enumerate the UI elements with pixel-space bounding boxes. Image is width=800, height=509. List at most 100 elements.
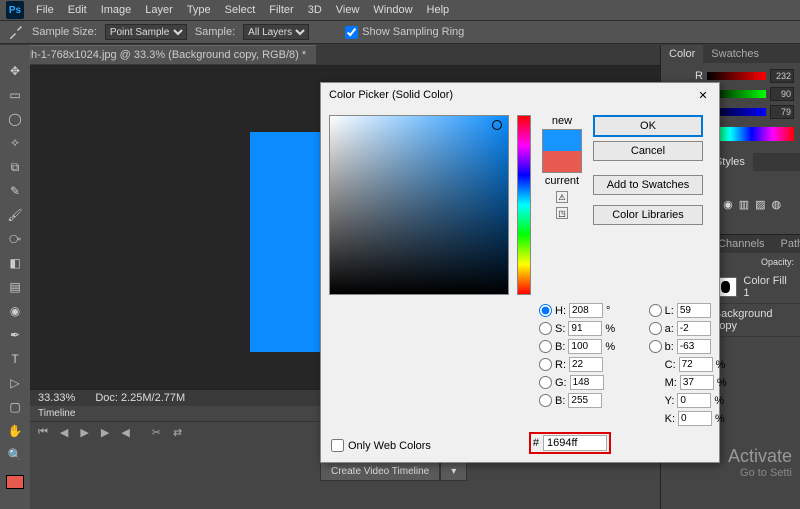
r-input[interactable] <box>569 357 603 372</box>
tools-panel: ✥ ▭ ◯ ✧ ⧉ ✎ 🖌 ⧂ ◧ ▤ ◉ ✒ T ▷ ▢ ✋ 🔍 <box>0 45 30 509</box>
y-label: Y: <box>665 395 675 407</box>
hand-tool[interactable]: ✋ <box>5 423 25 439</box>
ps-logo-icon: Ps <box>6 1 24 19</box>
transition-icon[interactable]: ⇄ <box>173 426 182 439</box>
crop-tool[interactable]: ⧉ <box>5 159 25 175</box>
goto-last-icon[interactable]: ◀ <box>121 426 129 439</box>
doc-size: Doc: 2.25M/2.77M <box>95 392 185 404</box>
menu-select[interactable]: Select <box>219 2 262 18</box>
zoom-tool[interactable]: 🔍 <box>5 447 25 463</box>
pen-tool[interactable]: ✒ <box>5 327 25 343</box>
eyedropper-tool[interactable]: ✎ <box>5 183 25 199</box>
create-timeline-button[interactable]: Create Video Timeline <box>320 462 440 481</box>
current-color-swatch[interactable] <box>543 151 581 172</box>
gradient-tool[interactable]: ▤ <box>5 279 25 295</box>
hue-slider[interactable] <box>517 115 531 295</box>
menu-layer[interactable]: Layer <box>139 2 179 18</box>
a-radio[interactable] <box>649 322 662 335</box>
blab-input[interactable] <box>677 339 711 354</box>
m-label: M: <box>665 377 677 389</box>
menu-3d[interactable]: 3D <box>302 2 328 18</box>
menu-filter[interactable]: Filter <box>263 2 299 18</box>
menu-view[interactable]: View <box>330 2 366 18</box>
brush-tool[interactable]: 🖌 <box>5 207 25 223</box>
menu-edit[interactable]: Edit <box>62 2 93 18</box>
r-value[interactable]: 232 <box>770 69 794 83</box>
k-input[interactable] <box>678 411 712 426</box>
next-frame-icon[interactable]: ▶ <box>101 426 109 439</box>
h-label: H: <box>555 305 566 317</box>
sample-size-select[interactable]: Point Sample <box>105 24 187 40</box>
adj-icon[interactable]: ◍ <box>772 198 782 211</box>
h-input[interactable] <box>569 303 603 318</box>
warning-icon[interactable]: ⚠ <box>556 191 568 203</box>
adj-icon[interactable]: ▥ <box>739 198 749 211</box>
m-input[interactable] <box>680 375 714 390</box>
cancel-button[interactable]: Cancel <box>593 141 703 161</box>
stamp-tool[interactable]: ⧂ <box>5 231 25 247</box>
y-input[interactable] <box>677 393 711 408</box>
sample-select[interactable]: All Layers <box>243 24 309 40</box>
adj-icon[interactable]: ◉ <box>723 198 733 211</box>
tab-swatches[interactable]: Swatches <box>703 45 767 63</box>
g-input[interactable] <box>570 375 604 390</box>
menu-type[interactable]: Type <box>181 2 217 18</box>
menu-window[interactable]: Window <box>367 2 418 18</box>
close-icon[interactable]: ✕ <box>695 87 711 103</box>
add-swatches-button[interactable]: Add to Swatches <box>593 175 703 195</box>
bh-input[interactable] <box>568 339 602 354</box>
menu-help[interactable]: Help <box>421 2 456 18</box>
show-sampling-checkbox[interactable] <box>345 26 358 39</box>
move-tool[interactable]: ✥ <box>5 63 25 79</box>
eyedropper-icon <box>8 24 24 40</box>
c-input[interactable] <box>679 357 713 372</box>
type-tool[interactable]: T <box>5 351 25 367</box>
g-radio[interactable] <box>539 376 552 389</box>
menu-image[interactable]: Image <box>95 2 138 18</box>
foreground-color-swatch[interactable] <box>6 475 24 489</box>
web-only-label: Only Web Colors <box>348 440 431 452</box>
marquee-tool[interactable]: ▭ <box>5 87 25 103</box>
play-icon[interactable]: ▶ <box>80 426 88 439</box>
show-sampling-label: Show Sampling Ring <box>362 26 464 38</box>
color-preview <box>542 129 582 173</box>
blur-tool[interactable]: ◉ <box>5 303 25 319</box>
create-timeline-dropdown[interactable]: ▾ <box>440 462 467 481</box>
brgb-radio[interactable] <box>539 394 552 407</box>
zoom-level[interactable]: 33.33% <box>38 392 75 404</box>
document-tab[interactable]: jhjh-1-768x1024.jpg @ 33.3% (Background … <box>10 45 316 64</box>
watermark: Activate Go to Setti <box>728 446 792 479</box>
l-input[interactable] <box>677 303 711 318</box>
h-radio[interactable] <box>539 304 552 317</box>
shape-tool[interactable]: ▢ <box>5 399 25 415</box>
lasso-tool[interactable]: ◯ <box>5 111 25 127</box>
hex-hash: # <box>533 437 539 449</box>
tab-paths[interactable]: Paths <box>773 235 800 253</box>
s-input[interactable] <box>568 321 602 336</box>
s-radio[interactable] <box>539 322 552 335</box>
path-tool[interactable]: ▷ <box>5 375 25 391</box>
cube-icon[interactable]: ◳ <box>556 207 568 219</box>
color-libraries-button[interactable]: Color Libraries <box>593 205 703 225</box>
prev-frame-icon[interactable]: ◀ <box>60 426 68 439</box>
brgb-input[interactable] <box>568 393 602 408</box>
blab-radio[interactable] <box>649 340 662 353</box>
web-only-checkbox[interactable] <box>331 439 344 452</box>
hex-input[interactable] <box>543 435 607 451</box>
adj-icon[interactable]: ▨ <box>755 198 765 211</box>
g-value[interactable]: 90 <box>770 87 794 101</box>
a-input[interactable] <box>677 321 711 336</box>
eraser-tool[interactable]: ◧ <box>5 255 25 271</box>
cut-icon[interactable]: ✂ <box>152 426 161 439</box>
r-slider[interactable] <box>707 72 766 80</box>
goto-first-icon[interactable]: ⏮ <box>38 426 48 439</box>
r-radio[interactable] <box>539 358 552 371</box>
saturation-value-field[interactable] <box>329 115 509 295</box>
b-value[interactable]: 79 <box>770 105 794 119</box>
menu-file[interactable]: File <box>30 2 60 18</box>
ok-button[interactable]: OK <box>593 115 703 137</box>
bh-radio[interactable] <box>539 340 552 353</box>
l-radio[interactable] <box>649 304 662 317</box>
wand-tool[interactable]: ✧ <box>5 135 25 151</box>
tab-color[interactable]: Color <box>661 45 703 63</box>
